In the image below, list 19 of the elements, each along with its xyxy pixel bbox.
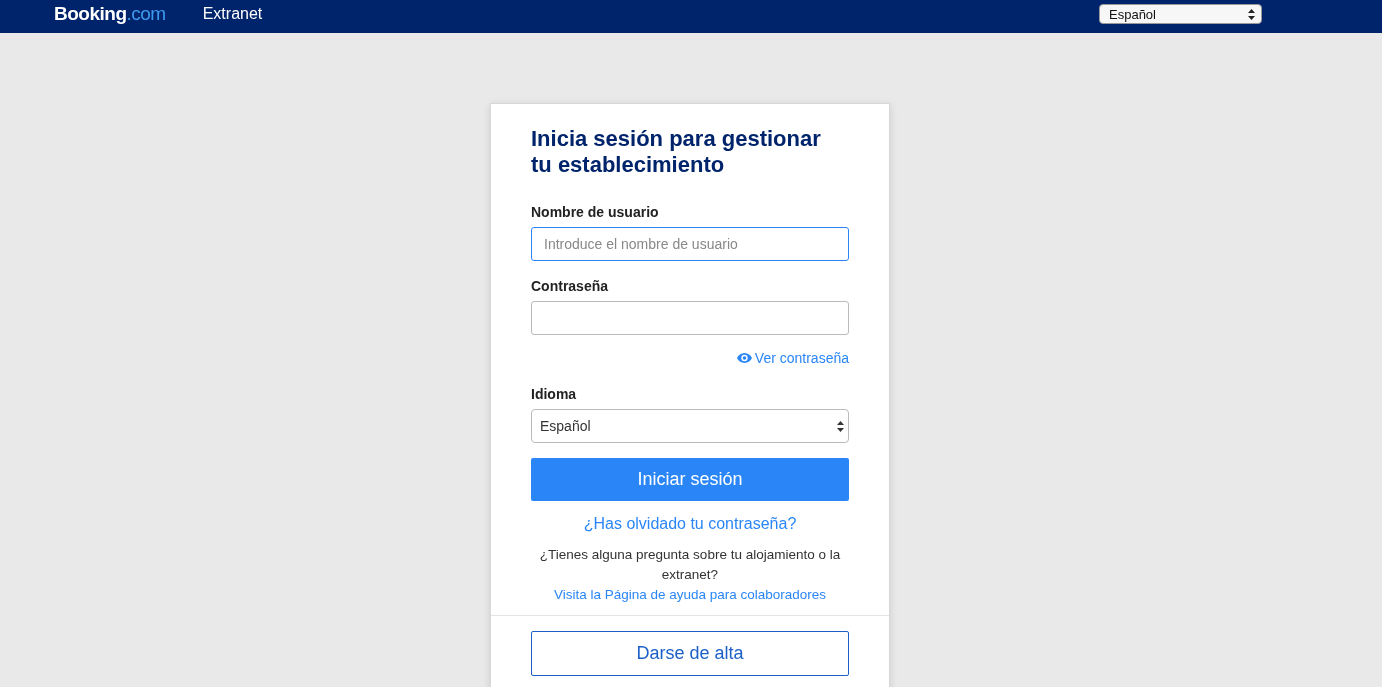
- input-field[interactable]: Introduce el nombre de usuario: [531, 227, 849, 261]
- show-password-link[interactable]: Ver contraseña: [736, 350, 849, 366]
- input-field[interactable]: [531, 301, 849, 335]
- field-label: Idioma: [531, 386, 578, 402]
- forgot-password-link[interactable]: ¿Has olvidado tu contraseña?: [583, 515, 797, 533]
- help-page-link[interactable]: Visita la Página de ayuda para colaboradores: [553, 587, 827, 602]
- sign-in-button[interactable]: Iniciar sesión: [531, 458, 849, 501]
- updown-icon: [1248, 8, 1255, 20]
- field-label: Nombre de usuario: [531, 204, 660, 220]
- product-name: Extranet: [202, 4, 263, 23]
- language-select[interactable]: Español: [531, 409, 849, 443]
- login-title: Inicia sesión para gestionar tu establecimiento: [531, 126, 822, 178]
- updown-icon: [837, 420, 844, 432]
- booking-logo[interactable]: Booking.com: [54, 2, 166, 25]
- help-text: ¿Tienes alguna pregunta sobre tu alojamiento o la extranet? Visita la Página de ayuda para colaboradores: [538, 546, 842, 604]
- field-label: Contraseña: [531, 278, 610, 294]
- eye-icon: [736, 353, 752, 363]
- register-button[interactable]: Darse de alta: [531, 631, 849, 676]
- language-select[interactable]: Español: [1099, 4, 1262, 24]
